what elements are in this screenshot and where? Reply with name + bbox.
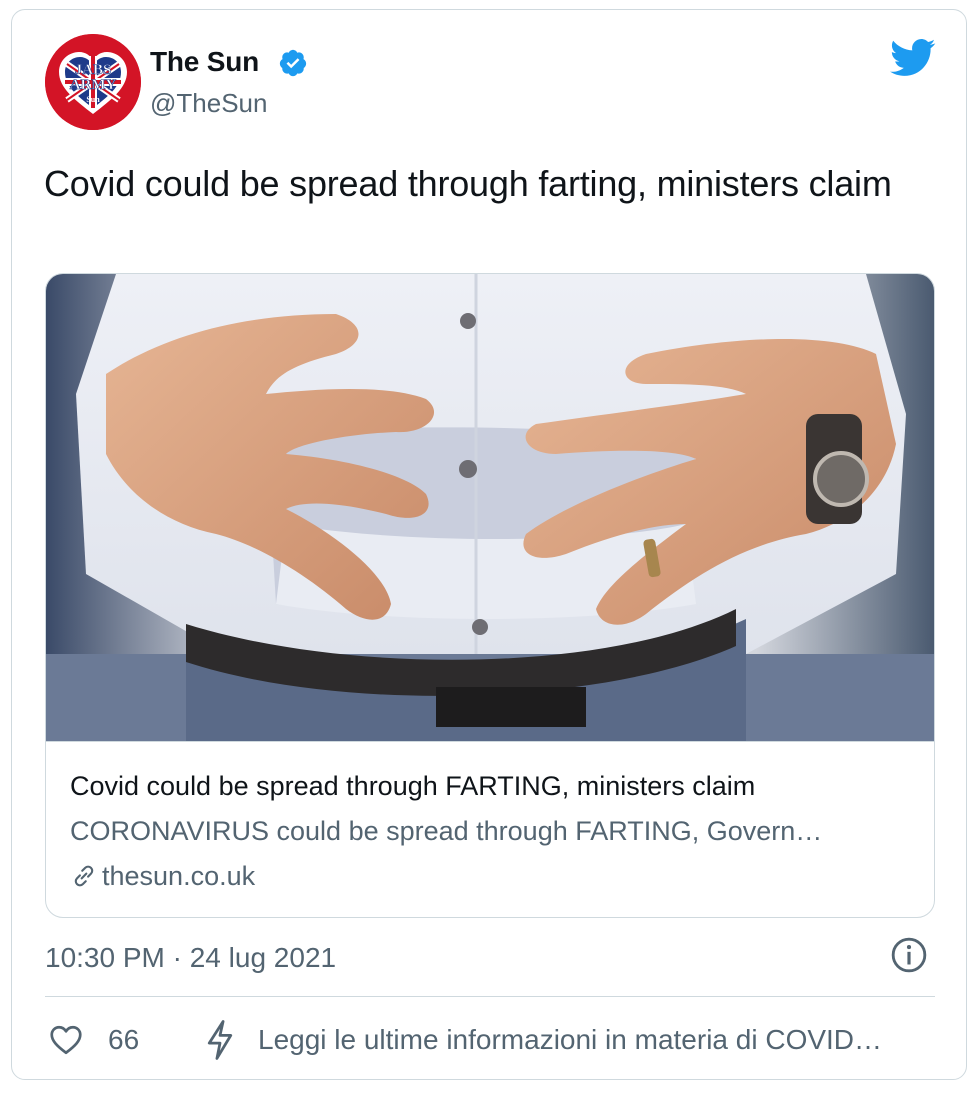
- avatar-text-jabs: JABS: [75, 62, 112, 78]
- divider: [45, 996, 935, 997]
- verified-badge-icon: [279, 49, 307, 77]
- tweet-card[interactable]: JABS ARMY Sun The Sun @TheSun Covid coul…: [11, 9, 967, 1080]
- author-name[interactable]: The Sun: [150, 46, 259, 78]
- author-handle[interactable]: @TheSun: [150, 88, 267, 119]
- covid-info-link[interactable]: Leggi le ultime informazioni in materia …: [258, 1024, 882, 1056]
- avatar[interactable]: JABS ARMY Sun: [45, 34, 141, 130]
- link-domain[interactable]: thesun.co.uk: [102, 861, 255, 892]
- avatar-text-sun: Sun: [86, 95, 100, 104]
- link-preview-image[interactable]: [46, 274, 934, 742]
- link-title[interactable]: Covid could be spread through FARTING, m…: [70, 771, 755, 802]
- tweet-timestamp[interactable]: 10:30 PM · 24 lug 2021: [45, 942, 336, 974]
- link-preview-card[interactable]: Covid could be spread through FARTING, m…: [45, 273, 935, 918]
- link-description: CORONAVIRUS could be spread through FART…: [70, 816, 823, 846]
- twitter-bird-icon[interactable]: [890, 38, 936, 78]
- info-icon[interactable]: [890, 936, 928, 974]
- tweet-text: Covid could be spread through farting, m…: [44, 163, 892, 204]
- heart-icon[interactable]: [48, 1022, 84, 1058]
- like-count[interactable]: 66: [108, 1024, 139, 1056]
- link-icon: [74, 865, 94, 887]
- avatar-text-army: ARMY: [70, 77, 117, 93]
- bolt-icon: [207, 1020, 233, 1060]
